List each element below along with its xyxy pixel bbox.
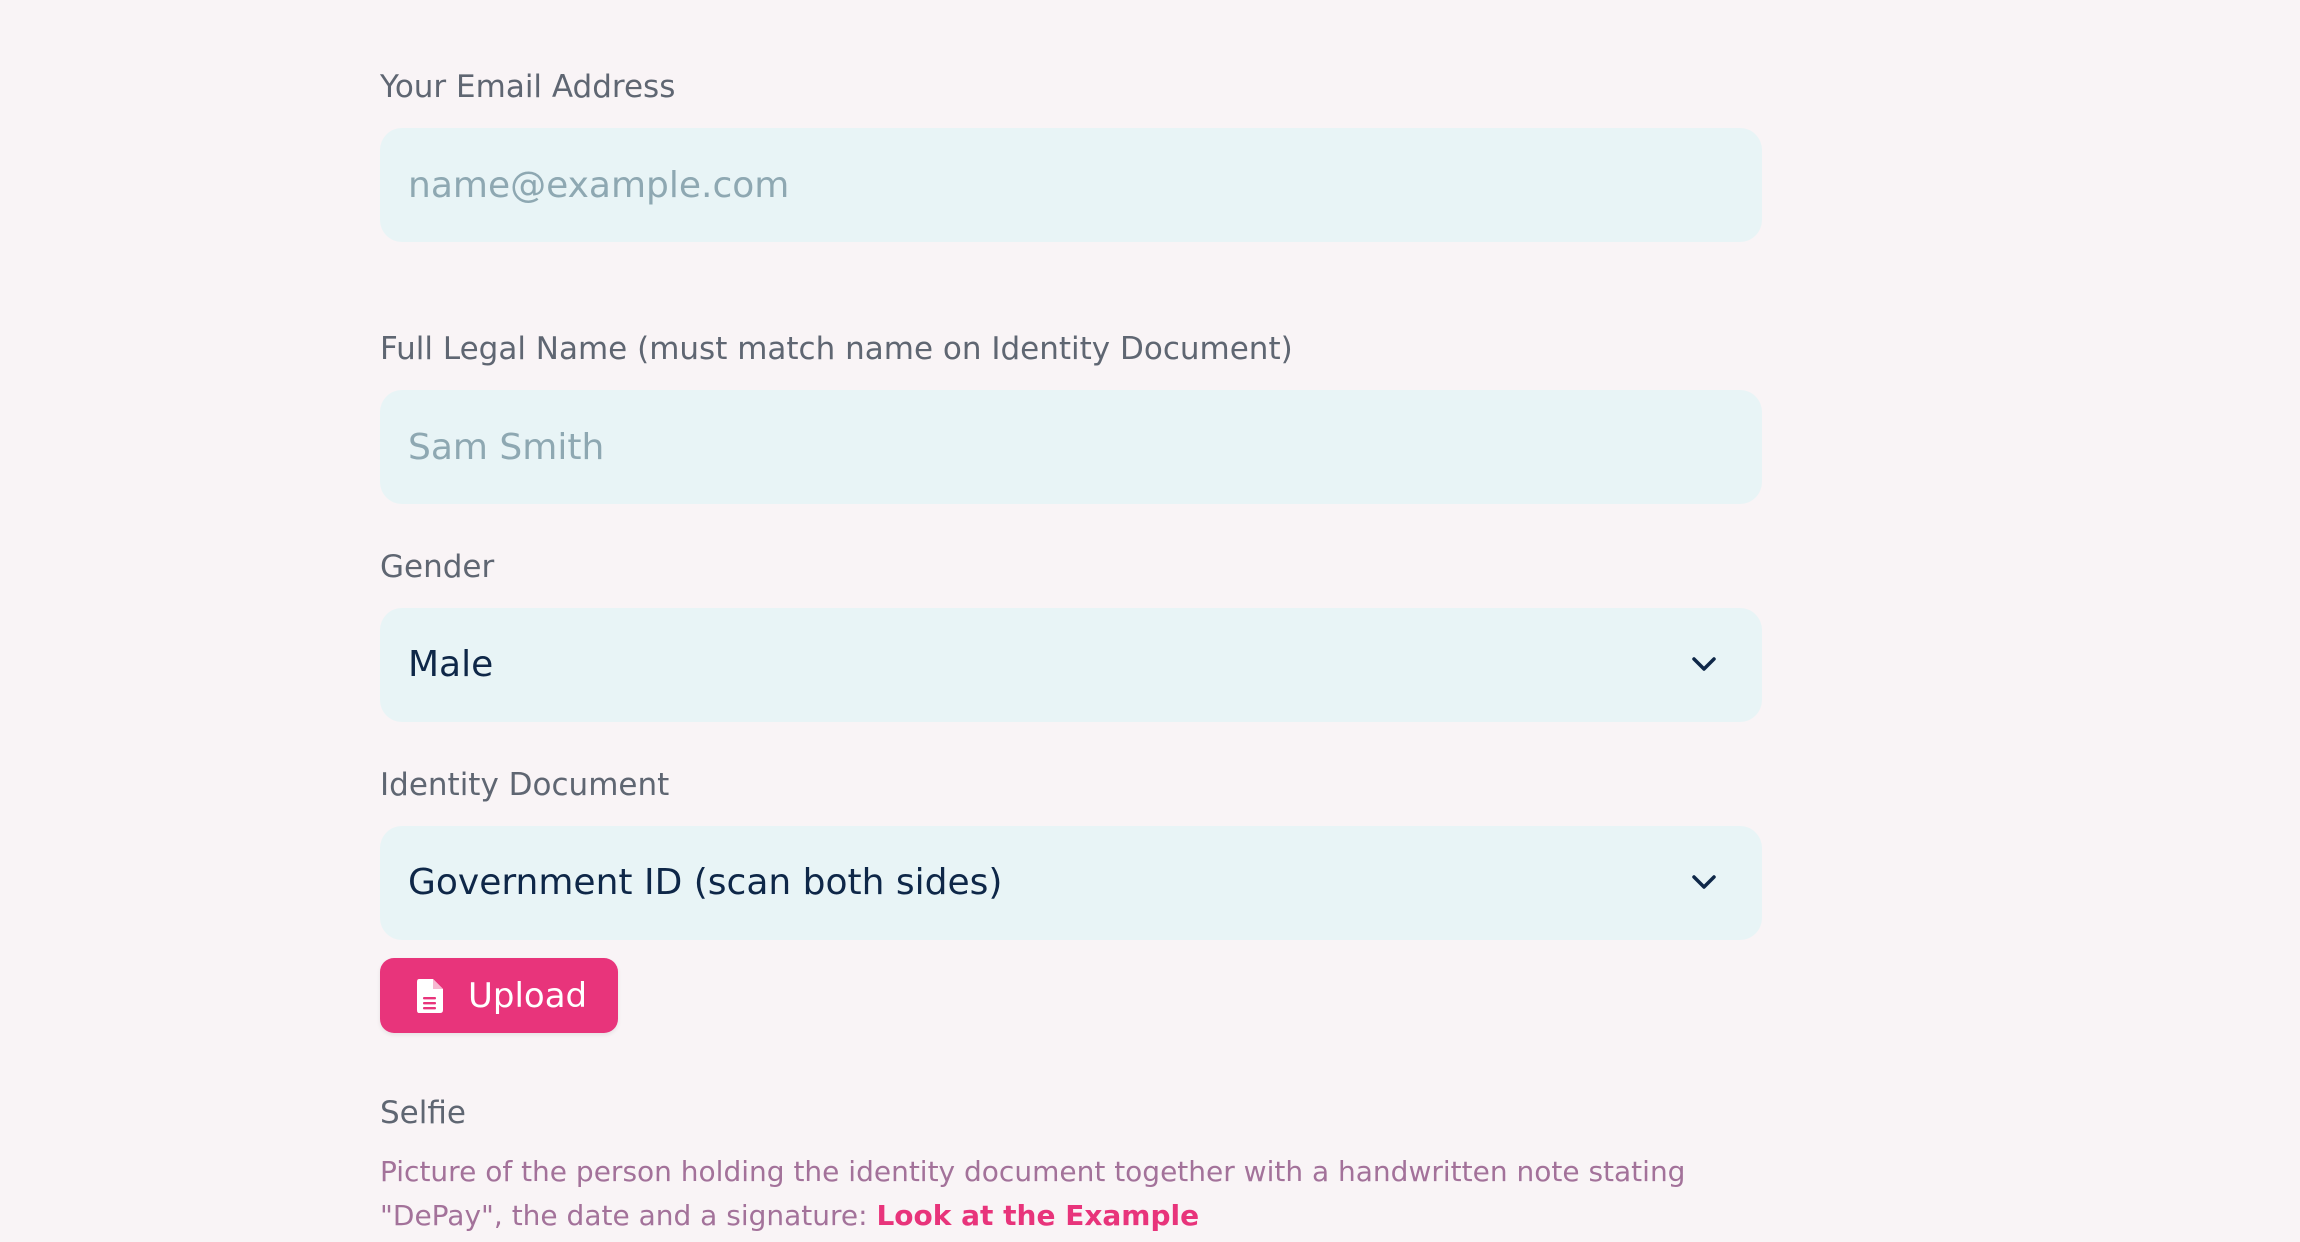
gender-label: Gender [380,549,495,585]
example-link[interactable]: Look at the Example [876,1199,1199,1232]
identity-document-selected-value: Government ID (scan both sides) [408,862,1003,903]
full-name-field[interactable] [408,390,1762,504]
upload-button[interactable]: Upload [380,958,618,1033]
file-icon [417,978,443,1013]
upload-button-label: Upload [468,975,588,1016]
full-name-field-container [380,390,1762,504]
selfie-description: Picture of the person holding the identi… [380,1150,1780,1238]
identity-document-label: Identity Document [380,767,670,803]
selfie-label: Selfie [380,1095,466,1131]
email-field-container [380,128,1762,242]
email-field[interactable] [408,128,1762,242]
gender-selected-value: Male [408,644,494,685]
gender-select[interactable]: Male [380,608,1762,722]
chevron-down-icon [1692,657,1716,671]
email-label: Your Email Address [380,69,676,105]
full-name-label: Full Legal Name (must match name on Iden… [380,331,1293,367]
identity-document-select[interactable]: Government ID (scan both sides) [380,826,1762,940]
chevron-down-icon [1692,875,1716,889]
